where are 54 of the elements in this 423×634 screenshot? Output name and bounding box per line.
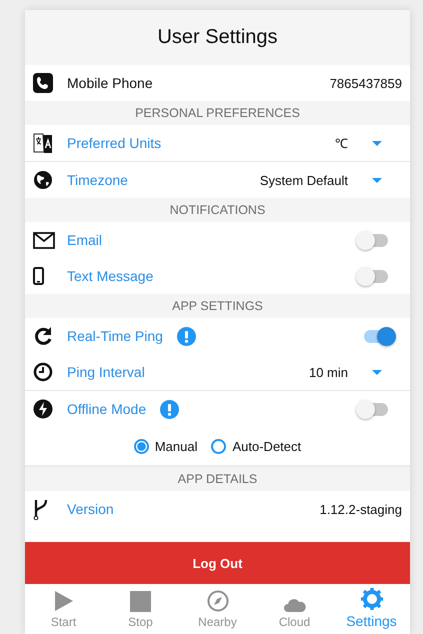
- tab-item[interactable]: Nearby: [179, 584, 256, 634]
- smartphone-icon: [33, 267, 44, 285]
- radio-label: Manual: [154, 438, 198, 454]
- logout-button[interactable]: Log Out: [25, 542, 410, 584]
- caret-icon: [372, 140, 382, 146]
- info-icon[interactable]: [176, 326, 196, 346]
- phone-icon: [33, 73, 53, 93]
- info-icon[interactable]: [160, 400, 180, 418]
- setting-label: Email: [67, 232, 102, 248]
- caret-icon: [372, 178, 382, 182]
- play-icon: [54, 590, 74, 612]
- setting-label: Timezone: [67, 172, 128, 188]
- dropdown[interactable]: 10 min: [308, 364, 402, 380]
- dropdown[interactable]: System Default: [260, 172, 402, 188]
- radio-label: Auto-Detect: [232, 438, 302, 454]
- section-header: NOTIFICATIONS: [25, 198, 410, 222]
- setting-label: Ping Interval: [67, 364, 145, 380]
- radio-option[interactable]: Manual: [134, 438, 198, 454]
- setting-value: 1.12.2-staging: [320, 502, 402, 516]
- refresh-icon: [33, 326, 53, 346]
- toggle-switch[interactable]: [364, 330, 394, 342]
- setting-label: Offline Mode: [67, 401, 146, 417]
- tab-item[interactable]: Stop: [102, 584, 179, 634]
- radio-option[interactable]: Auto-Detect: [211, 438, 302, 454]
- tab-item[interactable]: Start: [25, 584, 102, 634]
- toggle-switch[interactable]: [358, 270, 388, 282]
- caret-icon: [372, 370, 382, 374]
- branch-icon: [33, 498, 49, 520]
- toggle-switch[interactable]: [358, 402, 388, 416]
- clock-icon: [33, 362, 53, 382]
- radio-button[interactable]: [211, 438, 226, 454]
- setting-label: Text Message: [67, 268, 154, 284]
- tab-item[interactable]: Settings: [333, 584, 410, 634]
- mail-icon: [33, 232, 55, 248]
- setting-label: Real-Time Ping: [67, 328, 163, 344]
- setting-value: 7865437859: [330, 76, 402, 90]
- toggle-switch[interactable]: [358, 234, 388, 246]
- setting-label: Preferred Units: [67, 135, 162, 151]
- section-header: PERSONAL PREFERENCES: [25, 101, 410, 125]
- cloud-icon: [284, 598, 306, 612]
- tab-item[interactable]: Cloud: [256, 584, 333, 634]
- globe-icon: [33, 170, 53, 190]
- stop-icon: [130, 591, 151, 612]
- section-header: APP DETAILS: [25, 467, 410, 491]
- lightning-icon: [33, 399, 53, 419]
- settings-icon: [360, 588, 382, 610]
- dropdown[interactable]: ℃: [335, 134, 402, 152]
- translate-icon: [33, 132, 53, 154]
- setting-label: Version: [67, 501, 114, 517]
- screen-title: User Settings: [157, 26, 278, 49]
- section-header: APP SETTINGS: [25, 294, 410, 318]
- setting-label: Mobile Phone: [67, 75, 153, 91]
- radio-button[interactable]: [134, 438, 149, 454]
- compass-icon: [206, 590, 228, 612]
